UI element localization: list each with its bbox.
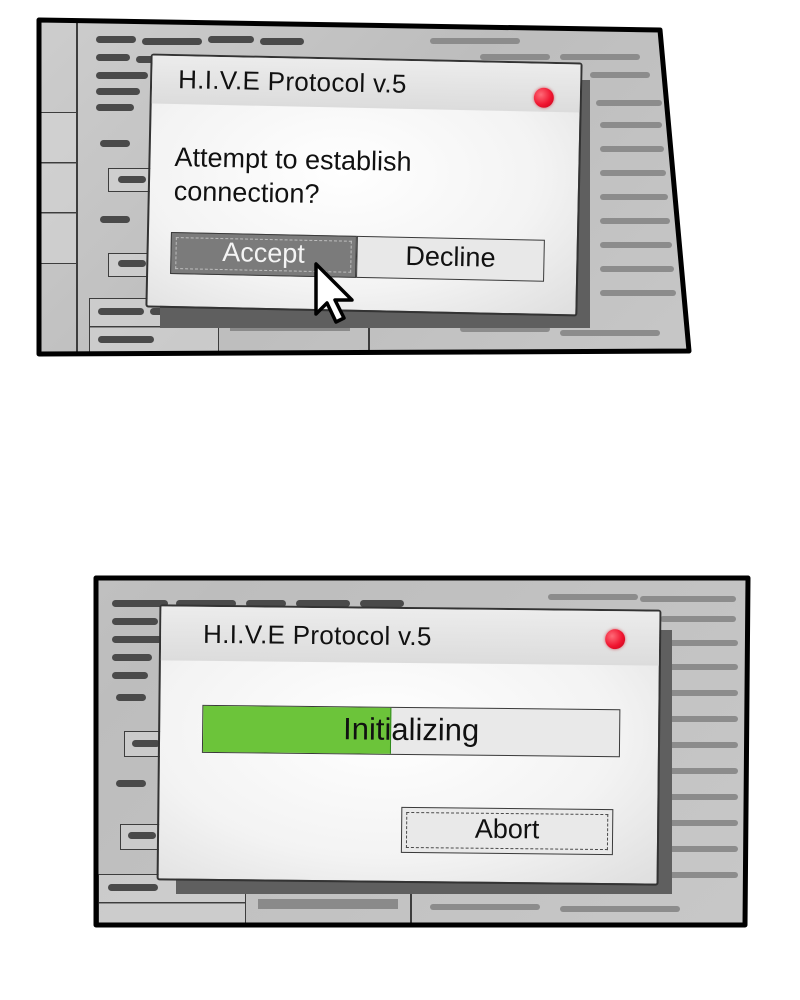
scribble-text	[100, 216, 130, 223]
scribble-text	[118, 260, 146, 267]
sketch-box	[39, 112, 77, 164]
abort-button[interactable]: Abort	[400, 806, 614, 856]
scribble-text	[596, 100, 662, 106]
scribble-text	[118, 176, 146, 183]
close-dot-icon[interactable]	[533, 87, 555, 108]
scribble-text	[96, 36, 136, 43]
scribble-text	[98, 336, 154, 343]
scribble-text	[112, 636, 164, 643]
dialog-prompt: Attempt to establish connection?	[173, 140, 412, 213]
scribble-text	[430, 38, 520, 44]
scribble-text	[96, 72, 148, 79]
scribble-text	[600, 170, 666, 176]
scribble-text	[666, 716, 738, 722]
scribble-text	[112, 654, 152, 661]
sketch-box	[98, 902, 246, 925]
scribble-text	[666, 768, 738, 774]
sketch-box	[39, 212, 77, 264]
scribble-text	[666, 794, 738, 800]
decline-button[interactable]: Decline	[356, 235, 545, 282]
prompt-line-1: Attempt to establish	[174, 142, 412, 177]
scribble-text	[112, 618, 158, 625]
sketch-box	[39, 162, 77, 214]
scribble-text	[600, 266, 674, 272]
scribble-text	[116, 780, 146, 787]
scribble-text	[128, 832, 156, 839]
progress-label: Initializing	[342, 711, 480, 748]
scribble-text	[96, 88, 140, 95]
decline-label: Decline	[405, 240, 496, 273]
close-dot-icon[interactable]	[605, 629, 626, 650]
scribble-text	[600, 122, 662, 128]
scribble-text	[142, 38, 202, 45]
scribble-text	[590, 72, 650, 78]
abort-label: Abort	[474, 813, 540, 845]
scribble-text	[560, 330, 660, 336]
dialog-titlebar: H.I.V.E Protocol v.5	[151, 55, 581, 113]
scribble-text	[98, 308, 144, 315]
scribble-text	[600, 290, 676, 296]
scribble-text	[666, 820, 738, 826]
scribble-text	[560, 906, 680, 912]
scribble-text	[560, 54, 640, 60]
scribble-text	[132, 740, 160, 747]
scribble-text	[116, 694, 146, 701]
dialog-titlebar: H.I.V.E Protocol v.5	[160, 606, 660, 666]
scribble-text	[108, 884, 158, 891]
dialog-title: H.I.V.E Protocol v.5	[177, 64, 408, 99]
scribble-text	[548, 594, 638, 600]
scribble-text	[664, 664, 738, 670]
scribble-text	[666, 742, 738, 748]
arrow-cursor-icon	[314, 262, 354, 324]
scribble-text	[600, 146, 664, 152]
scribble-text	[96, 104, 134, 111]
progress-bar: Initializing	[201, 704, 621, 758]
prompt-line-2: connection?	[173, 176, 320, 210]
scribble-text	[208, 36, 254, 43]
scribble-text	[260, 38, 304, 45]
scribble-text	[662, 640, 738, 646]
scribble-text	[112, 672, 148, 679]
scribble-text	[660, 616, 736, 622]
scribble-text	[100, 140, 130, 147]
scribble-text	[666, 872, 738, 878]
scribble-text	[600, 218, 670, 224]
progress-dialog: H.I.V.E Protocol v.5 Initializing Abort	[156, 604, 662, 886]
sketch-line	[258, 899, 398, 909]
scribble-text	[480, 54, 550, 60]
dialog-title: H.I.V.E Protocol v.5	[202, 618, 432, 652]
connection-dialog: H.I.V.E Protocol v.5 Attempt to establis…	[145, 53, 583, 317]
accept-label: Accept	[221, 237, 306, 269]
scribble-text	[430, 904, 540, 910]
scribble-text	[600, 242, 672, 248]
scribble-text	[640, 596, 736, 602]
scribble-text	[96, 54, 130, 61]
scribble-text	[666, 846, 738, 852]
scribble-text	[664, 690, 738, 696]
scribble-text	[600, 194, 668, 200]
